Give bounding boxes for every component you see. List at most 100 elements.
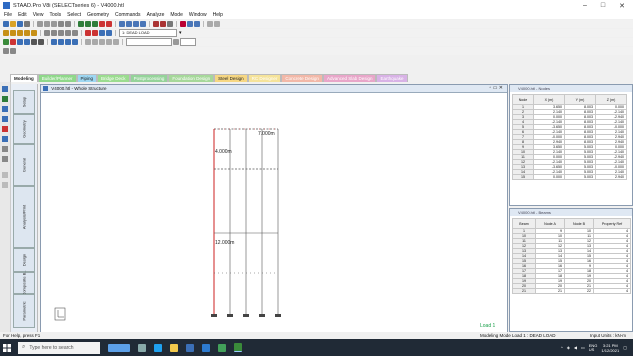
save-icon[interactable]: [17, 21, 23, 27]
mail-icon[interactable]: [202, 343, 210, 352]
menu-file[interactable]: File: [4, 12, 12, 18]
tray-up-icon[interactable]: ^: [561, 345, 563, 350]
staad-taskbar-icon[interactable]: [234, 343, 242, 352]
menu-help[interactable]: Help: [213, 12, 223, 18]
beam-cursor-icon[interactable]: [92, 21, 98, 27]
help-icon[interactable]: [167, 21, 173, 27]
page-spec-icon[interactable]: [2, 136, 8, 142]
menu-analyze[interactable]: Analyze: [147, 12, 165, 18]
undo-icon[interactable]: [58, 21, 64, 27]
table-row[interactable]: 15 0.000 5.003 2.940: [512, 174, 627, 180]
zoom-fit-icon[interactable]: [72, 30, 78, 36]
label-icon[interactable]: [85, 30, 91, 36]
rotate-icon[interactable]: [3, 30, 9, 36]
view-window-controls[interactable]: ▫ ▭ ✕: [490, 85, 503, 92]
circular-repeat-icon[interactable]: [38, 39, 44, 45]
rotate-y-icon[interactable]: [17, 30, 23, 36]
tab-modeling[interactable]: Modeling: [10, 74, 38, 82]
clock[interactable]: 3:21 PM 1/12/2021: [601, 343, 619, 353]
zoom-window-icon[interactable]: [65, 30, 71, 36]
load-icon[interactable]: [153, 21, 159, 27]
maximize-icon[interactable]: □: [601, 2, 605, 10]
postprocess-icon[interactable]: [187, 21, 193, 27]
page-material-icon[interactable]: [2, 146, 8, 152]
side-tab-composite[interactable]: Composite B..: [13, 270, 35, 296]
rotate-z-icon[interactable]: [24, 30, 30, 36]
edge-icon[interactable]: [154, 343, 162, 352]
spec-icon[interactable]: [106, 30, 112, 36]
side-tab-design[interactable]: Design: [13, 248, 35, 272]
battery-icon[interactable]: ▭: [581, 345, 585, 350]
filter-small-icon[interactable]: [3, 48, 9, 54]
plate-cursor-icon[interactable]: [99, 21, 105, 27]
measure-icon[interactable]: [85, 39, 91, 45]
task-view-icon[interactable]: [138, 343, 146, 352]
split-beam-icon[interactable]: [58, 39, 64, 45]
structure-canvas[interactable]: 7.000m 4.000m 12.000m Load 1: [41, 93, 507, 333]
page-geometry-icon[interactable]: [2, 96, 8, 102]
report-icon[interactable]: [194, 21, 200, 27]
load-case-select[interactable]: 1: DEAD LOAD: [119, 29, 177, 37]
redo-icon[interactable]: [65, 21, 71, 27]
zoom-in-icon[interactable]: [51, 30, 57, 36]
page-analysis-icon[interactable]: [2, 156, 8, 162]
page-report-icon[interactable]: [2, 182, 8, 188]
support-icon[interactable]: [160, 21, 166, 27]
taskbar-search-box[interactable]: ⌕ Type here to search: [18, 341, 100, 354]
menu-edit[interactable]: Edit: [18, 12, 27, 18]
view-iso-icon[interactable]: [140, 21, 146, 27]
merge-icon[interactable]: [113, 39, 119, 45]
side-tab-analysis-print[interactable]: Analysis/Print: [13, 186, 35, 248]
tab-advanced-slab-design[interactable]: Advanced Slab Design: [322, 74, 377, 82]
menu-geometry[interactable]: Geometry: [87, 12, 109, 18]
menu-commands[interactable]: Commands: [115, 12, 141, 18]
grid-icon[interactable]: [99, 39, 105, 45]
toggle-small-icon[interactable]: [10, 48, 16, 54]
chrome-icon[interactable]: [218, 343, 226, 352]
page-setup-icon[interactable]: [2, 86, 8, 92]
paste-icon[interactable]: [51, 21, 57, 27]
page-property-icon[interactable]: [2, 106, 8, 112]
view-front-icon[interactable]: [119, 21, 125, 27]
tab-piping[interactable]: Piping: [76, 74, 98, 82]
table-row[interactable]: 21 21 22 4: [512, 288, 631, 294]
structure-diagram-icon[interactable]: [92, 30, 98, 36]
node-cursor-icon[interactable]: [85, 21, 91, 27]
selection-filter-select[interactable]: [180, 38, 196, 46]
add-beam-icon[interactable]: [17, 39, 23, 45]
page-support-icon[interactable]: [2, 116, 8, 122]
window-cascade-icon[interactable]: [214, 21, 220, 27]
translational-repeat-icon[interactable]: [31, 39, 37, 45]
side-tab-general[interactable]: General: [13, 144, 35, 186]
group-select[interactable]: [126, 38, 172, 46]
structure-view-window[interactable]: V4000.htl - Whole Structure ▫ ▭ ✕ 7.000m…: [40, 84, 508, 334]
notifications-icon[interactable]: ▢: [623, 345, 627, 350]
side-tab-geometry[interactable]: Geometry: [13, 114, 35, 144]
network-icon[interactable]: ◈: [567, 345, 570, 350]
close-icon[interactable]: ✕: [619, 2, 625, 10]
chevron-down-icon[interactable]: ▾: [179, 30, 182, 36]
page-load-icon[interactable]: [2, 126, 8, 132]
menu-tools[interactable]: Tools: [49, 12, 61, 18]
insert-node-icon[interactable]: [51, 39, 57, 45]
tab-earthquake[interactable]: Earthquake: [376, 74, 408, 82]
menu-window[interactable]: Window: [189, 12, 207, 18]
minimize-icon[interactable]: –: [583, 2, 587, 10]
window-tile-icon[interactable]: [207, 21, 213, 27]
view-side-icon[interactable]: [126, 21, 132, 27]
mirror-icon[interactable]: [65, 39, 71, 45]
page-design-icon[interactable]: [2, 172, 8, 178]
side-tab-parametric[interactable]: Parametric: [13, 294, 35, 328]
renumber-icon[interactable]: [106, 39, 112, 45]
view-top-icon[interactable]: [133, 21, 139, 27]
tab-rc-designer[interactable]: RC Designer: [247, 74, 282, 82]
zoom-out-icon[interactable]: [58, 30, 64, 36]
print-icon[interactable]: [24, 21, 30, 27]
copy-icon[interactable]: [44, 21, 50, 27]
filter-icon[interactable]: [173, 39, 179, 45]
snap-grid-icon[interactable]: [10, 39, 16, 45]
start-button[interactable]: [0, 339, 14, 356]
menu-view[interactable]: View: [33, 12, 44, 18]
tab-concrete-design[interactable]: Concrete Design: [281, 74, 323, 82]
beams-table[interactable]: Beam Node A Node B Property Ref 1 9 10 4 10 1…: [512, 218, 631, 294]
